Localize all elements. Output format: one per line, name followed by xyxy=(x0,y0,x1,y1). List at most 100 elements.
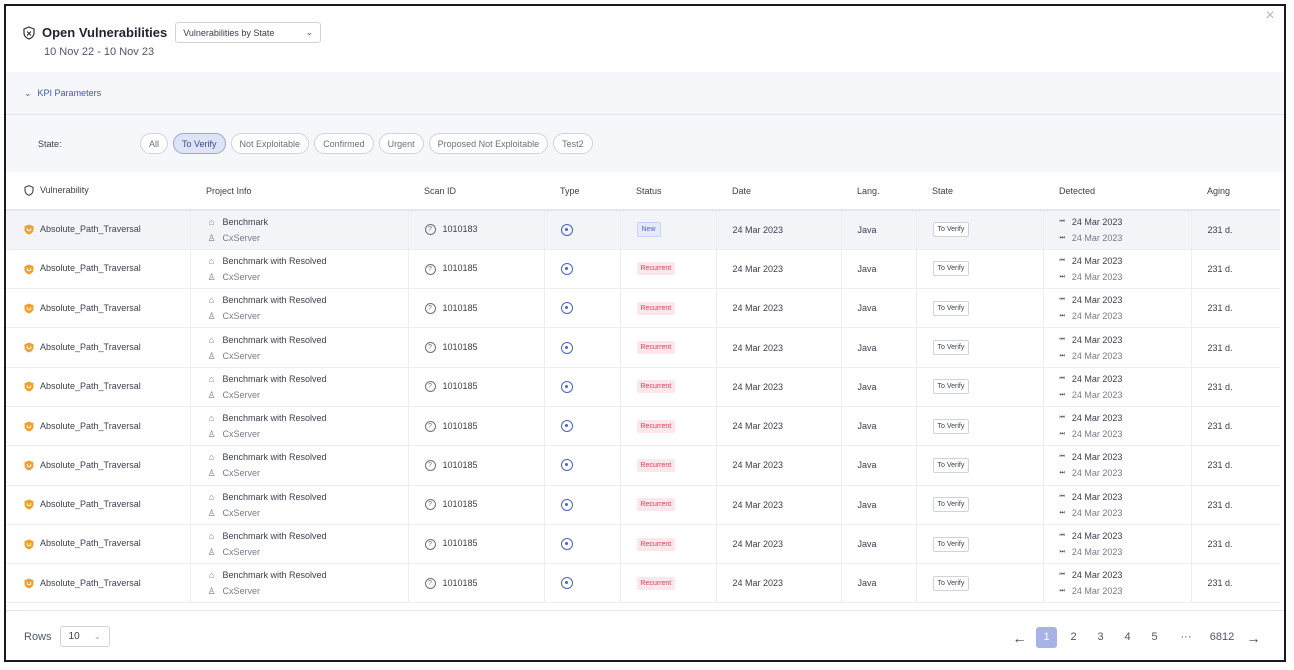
scan-id: 1010185 xyxy=(442,459,478,470)
briefcase-icon: ⌂ xyxy=(208,216,215,227)
state-chip[interactable]: Not Exploitable xyxy=(230,133,310,154)
state-chip[interactable]: Urgent xyxy=(378,133,424,154)
state-badge[interactable]: To Verify xyxy=(932,457,970,473)
question-icon: ? xyxy=(424,263,436,275)
state-badge[interactable]: To Verify xyxy=(932,340,970,356)
table-row[interactable]: Absolute_Path_Traversal ⌂ Benchmark with R… xyxy=(6,367,1280,407)
aging-cell: 231 d. xyxy=(1191,249,1280,290)
status-badge: Recurrent xyxy=(636,576,676,590)
last-detected-icon: ⏭ xyxy=(1059,588,1065,595)
briefcase-icon: ⌂ xyxy=(208,570,215,581)
project-info-cell: ⌂ Benchmark with Resolved ♙ CxServer xyxy=(190,327,409,368)
column-header[interactable]: Scan ID xyxy=(408,172,544,211)
column-header[interactable]: Status xyxy=(620,172,716,211)
vulnerability-severity-icon xyxy=(24,578,34,589)
table-row[interactable]: Absolute_Path_Traversal ⌂ Benchmark with R… xyxy=(6,288,1280,329)
column-header[interactable]: Vulnerability xyxy=(6,172,190,211)
target-icon xyxy=(560,538,573,551)
kpi-parameters-toggle[interactable]: ⌄ KPI Parameters xyxy=(6,72,1284,114)
target-icon xyxy=(560,577,573,590)
rows-per-page-select[interactable]: 10 ⌄ xyxy=(59,626,110,647)
vulnerability-name: Absolute_Path_Traversal xyxy=(40,577,141,588)
table-row[interactable]: Absolute_Path_Traversal ⌂ Benchmark ♙ CxServ… xyxy=(6,210,1280,250)
project-name: Benchmark with Resolved xyxy=(222,373,327,384)
user-icon: ♙ xyxy=(207,389,216,400)
state-badge[interactable]: To Verify xyxy=(932,379,970,395)
status-badge: Recurrent xyxy=(636,380,676,394)
vulnerability-cell: Absolute_Path_Traversal xyxy=(6,367,191,407)
state-chip[interactable]: To Verify xyxy=(173,133,226,154)
state-filter-label: State: xyxy=(38,138,62,149)
status-badge: Recurrent xyxy=(636,262,676,276)
language-cell: Java xyxy=(841,210,917,250)
first-detected-icon: ⏮ xyxy=(1059,493,1065,500)
table-row[interactable]: Absolute_Path_Traversal ⌂ Benchmark with R… xyxy=(6,327,1280,368)
state-chip[interactable]: Proposed Not Exploitable xyxy=(428,133,549,154)
column-header[interactable]: Aging xyxy=(1191,172,1280,211)
page-link[interactable]: 4 xyxy=(1117,627,1138,648)
status-cell: Recurrent xyxy=(620,327,717,368)
page-link[interactable]: 5 xyxy=(1144,627,1165,648)
scan-id: 1010185 xyxy=(442,263,478,274)
aging-cell: 231 d. xyxy=(1191,367,1280,407)
vulnerability-severity-icon xyxy=(24,342,34,353)
page-link[interactable]: 1 xyxy=(1036,627,1057,648)
first-detected-date: 24 Mar 2023 xyxy=(1071,334,1123,345)
state-cell: To Verify xyxy=(916,524,1044,565)
question-icon: ? xyxy=(424,302,436,314)
state-badge[interactable]: To Verify xyxy=(932,418,970,434)
detected-cell: ⏮ 24 Mar 2023 ⏭ 24 Mar 2023 xyxy=(1043,367,1192,407)
column-header[interactable]: Detected xyxy=(1043,172,1191,211)
vulnerability-cell: Absolute_Path_Traversal xyxy=(6,445,191,486)
language-cell: Java xyxy=(841,249,917,290)
aging-cell: 231 d. xyxy=(1191,288,1280,329)
detected-cell: ⏮ 24 Mar 2023 ⏭ 24 Mar 2023 xyxy=(1043,406,1192,447)
first-detected-icon: ⏮ xyxy=(1059,375,1065,382)
vulnerability-cell: Absolute_Path_Traversal xyxy=(6,288,191,329)
state-chip[interactable]: All xyxy=(140,133,169,154)
question-icon: ? xyxy=(424,577,436,589)
prev-page-icon[interactable]: ← xyxy=(1009,630,1030,646)
status-badge: New xyxy=(636,222,661,238)
state-chip[interactable]: Confirmed xyxy=(314,133,374,154)
briefcase-icon: ⌂ xyxy=(208,255,215,266)
aging-cell: 231 d. xyxy=(1191,485,1280,525)
table-row[interactable]: Absolute_Path_Traversal ⌂ Benchmark with R… xyxy=(6,445,1280,486)
next-page-icon[interactable]: → xyxy=(1243,630,1264,646)
server-name: CxServer xyxy=(222,311,261,322)
briefcase-icon: ⌂ xyxy=(208,295,215,306)
first-detected-icon: ⏮ xyxy=(1059,454,1065,461)
type-cell xyxy=(544,563,621,604)
state-chip[interactable]: Test2 xyxy=(553,133,593,154)
page-link[interactable]: 3 xyxy=(1090,627,1111,648)
last-detected-icon: ⏭ xyxy=(1059,470,1065,477)
table-row[interactable]: Absolute_Path_Traversal ⌂ Benchmark with R… xyxy=(6,485,1280,525)
last-detected-icon: ⏭ xyxy=(1059,391,1065,398)
target-icon xyxy=(560,459,573,472)
column-header[interactable]: State xyxy=(916,172,1043,211)
question-icon: ? xyxy=(424,342,436,354)
column-header[interactable]: Lang. xyxy=(841,172,916,211)
state-badge[interactable]: To Verify xyxy=(932,261,970,277)
column-header[interactable]: Date xyxy=(716,172,841,211)
last-detected-date: 24 Mar 2023 xyxy=(1071,271,1123,282)
table-row[interactable]: Absolute_Path_Traversal ⌂ Benchmark with R… xyxy=(6,249,1280,290)
view-select-value: Vulnerabilities by State xyxy=(183,27,275,38)
page-link[interactable]: 2 xyxy=(1063,627,1084,648)
target-icon xyxy=(560,420,573,433)
state-badge[interactable]: To Verify xyxy=(932,575,970,591)
column-header[interactable]: Type xyxy=(544,172,620,211)
table-row[interactable]: Absolute_Path_Traversal ⌂ Benchmark with R… xyxy=(6,563,1280,604)
state-badge[interactable]: To Verify xyxy=(932,222,970,238)
state-badge[interactable]: To Verify xyxy=(932,300,970,316)
scan-id-cell: ? 1010185 xyxy=(408,445,545,486)
page-link[interactable]: 6812 xyxy=(1207,627,1237,648)
first-detected-icon: ⏮ xyxy=(1059,218,1065,225)
shield-x-icon xyxy=(23,25,35,40)
view-select[interactable]: Vulnerabilities by State ⌄ xyxy=(175,22,322,43)
state-badge[interactable]: To Verify xyxy=(932,497,970,513)
table-row[interactable]: Absolute_Path_Traversal ⌂ Benchmark with R… xyxy=(6,406,1280,447)
state-badge[interactable]: To Verify xyxy=(932,536,970,552)
column-header[interactable]: Project Info xyxy=(190,172,408,211)
table-row[interactable]: Absolute_Path_Traversal ⌂ Benchmark with R… xyxy=(6,524,1280,565)
